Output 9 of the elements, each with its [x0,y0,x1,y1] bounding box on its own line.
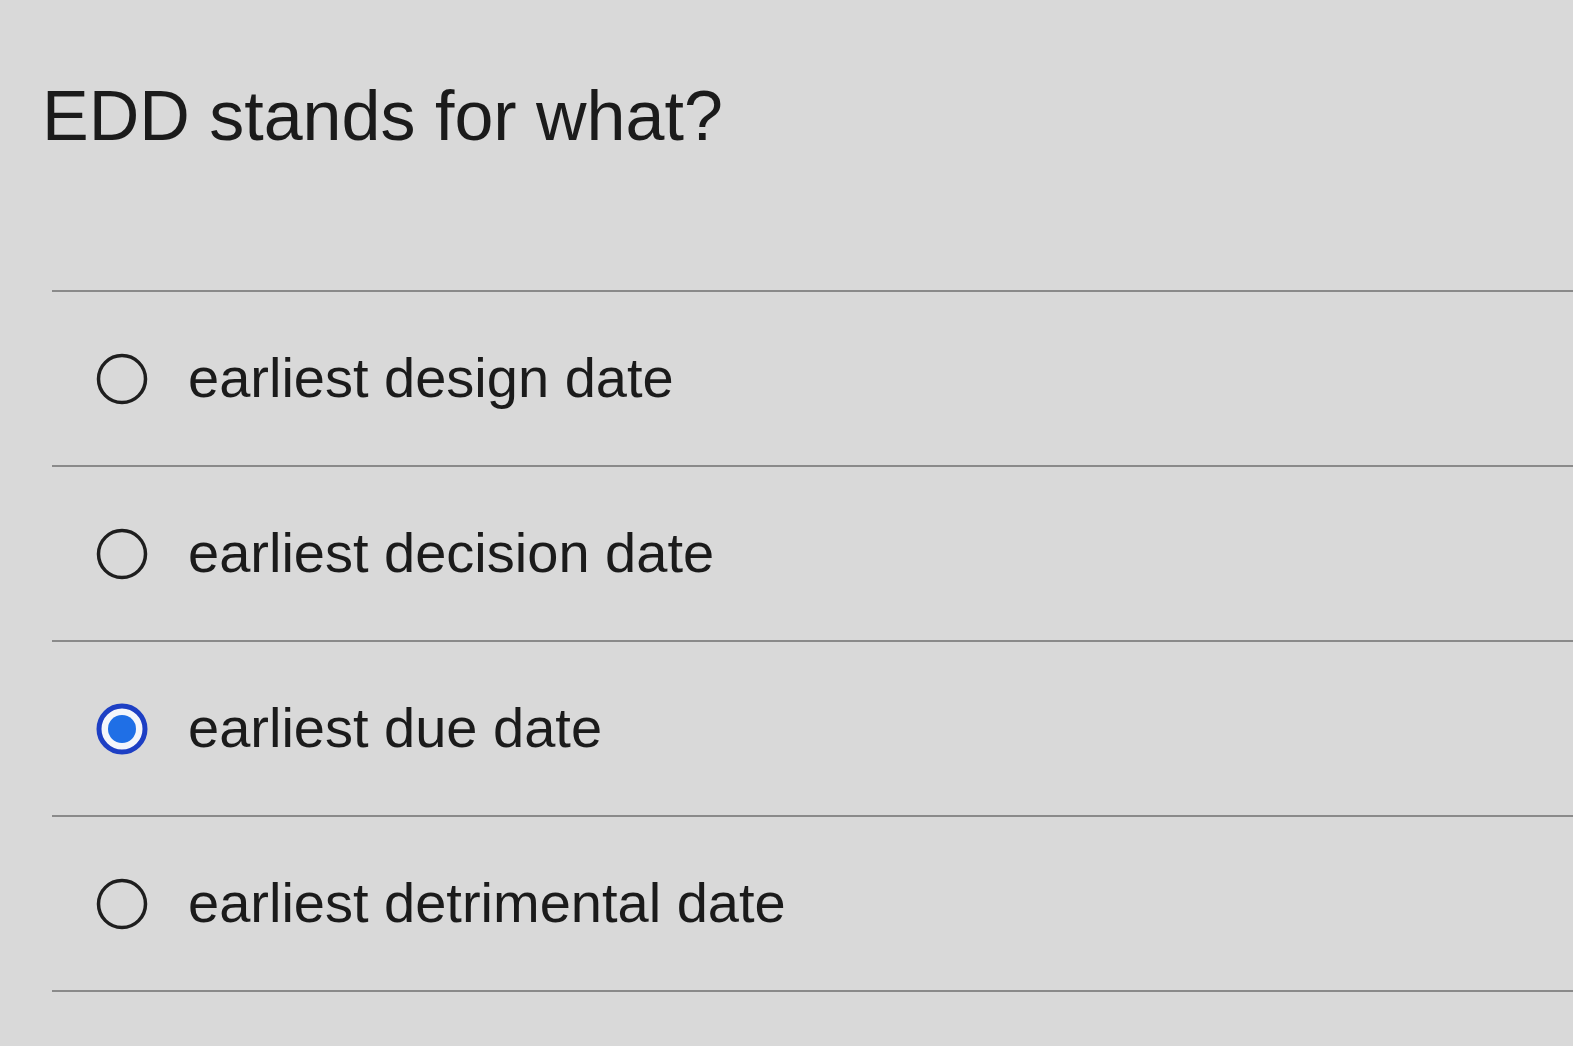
radio-button[interactable] [96,877,148,930]
question-text: EDD stands for what? [42,78,723,155]
option-label: earliest detrimental date [188,871,786,936]
option-label: earliest design date [188,346,674,411]
radio-button[interactable] [96,352,148,405]
option-label: earliest due date [188,696,603,761]
radio-button[interactable] [96,702,148,755]
option-label: earliest decision date [188,521,715,586]
radio-button[interactable] [96,527,148,580]
